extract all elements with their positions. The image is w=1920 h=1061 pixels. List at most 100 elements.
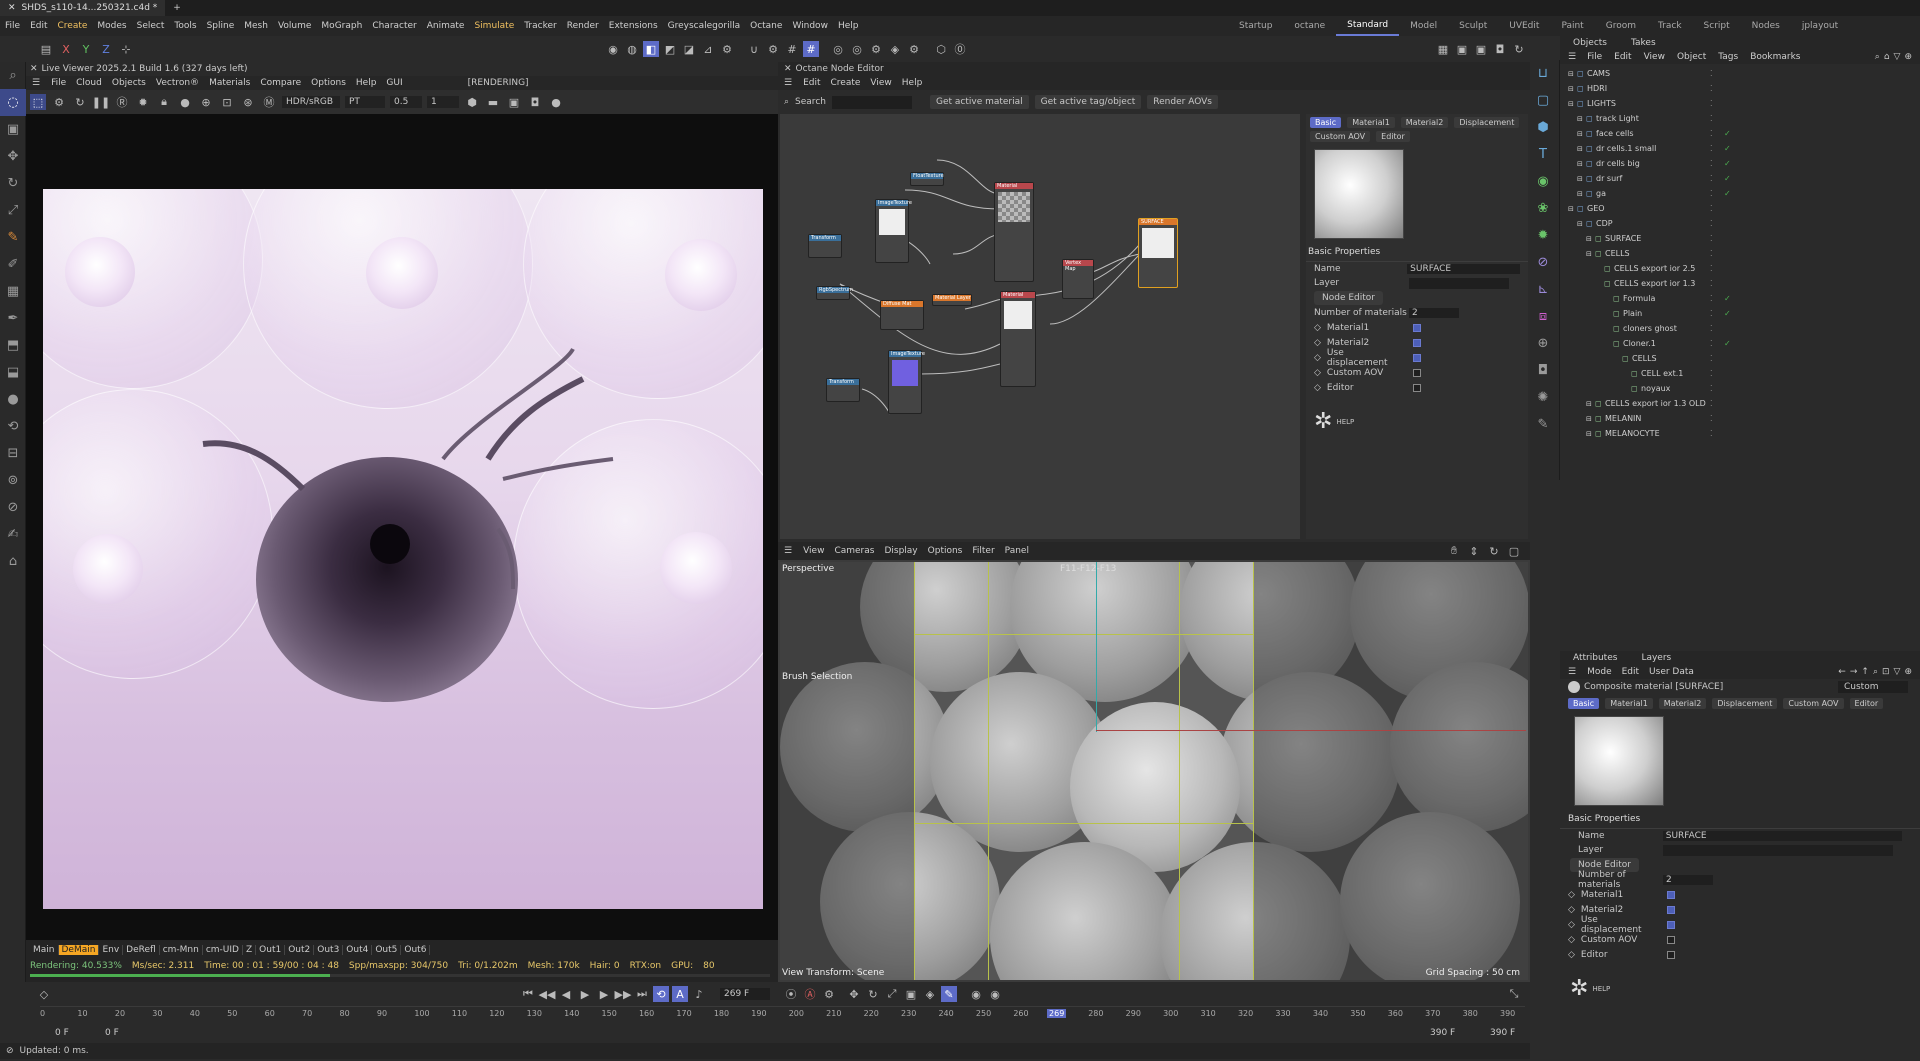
enable-check-icon[interactable]: ✓ — [1724, 174, 1731, 183]
node-floattexture[interactable]: FloatTexture — [910, 172, 944, 186]
focus-icon[interactable]: ⊛ — [240, 94, 256, 110]
expand-icon[interactable]: ⊟ — [1586, 250, 1595, 258]
loop-icon[interactable]: ⟲ — [653, 986, 669, 1002]
node-material[interactable]: Material — [1000, 291, 1036, 387]
attr-tab-4[interactable]: Custom AOV — [1783, 698, 1844, 709]
check-row-3[interactable]: ◇ Custom AOV — [1560, 932, 1920, 947]
stop-icon[interactable]: ● — [548, 94, 564, 110]
expand-icon[interactable]: ⊟ — [1586, 400, 1595, 408]
object-row[interactable]: ⊟ ◻ track Light ⁚ — [1560, 111, 1920, 126]
checkbox[interactable] — [1412, 353, 1421, 362]
visibility-icon[interactable]: ⁚ — [1710, 234, 1713, 243]
lv-tab-cm-uid[interactable]: cm-UID — [203, 945, 243, 955]
picture-viewer-icon[interactable]: ▣ — [1454, 41, 1470, 57]
octane-help-icon[interactable]: ✲ — [1570, 976, 1588, 1001]
ne-prop-tab-4[interactable]: Custom AOV — [1310, 131, 1371, 142]
key-mode-icon[interactable]: ✎ — [941, 986, 957, 1002]
render-view-icon[interactable]: ◎ — [830, 41, 846, 57]
object-row[interactable]: ◻ CELLS ⁚ — [1560, 351, 1920, 366]
save-icon[interactable]: ▣ — [506, 94, 522, 110]
name-input[interactable]: SURFACE — [1407, 264, 1520, 274]
layout-tab-standard[interactable]: Standard — [1336, 16, 1400, 36]
close-icon[interactable]: ✕ — [30, 64, 38, 74]
effector-icon[interactable]: ✹ — [1530, 222, 1556, 249]
go-start-icon[interactable]: ⏮ — [520, 986, 536, 1002]
lv-tab-out3[interactable]: Out3 — [314, 945, 344, 955]
render-to-pv-icon[interactable]: ▣ — [1473, 41, 1489, 57]
object-row[interactable]: ◻ cloners ghost ⁚ — [1560, 321, 1920, 336]
forward-icon[interactable]: → — [1850, 667, 1858, 677]
lv-tab-out2[interactable]: Out2 — [285, 945, 315, 955]
visibility-icon[interactable]: ⁚ — [1710, 174, 1713, 183]
camera-icon[interactable]: ◘ — [527, 94, 543, 110]
layout-tab-jplayout[interactable]: jplayout — [1791, 16, 1849, 36]
timeline-ruler[interactable]: 0 10 20 30 40 50 60 70 80 90 100 110 120 130 140 150 160… — [40, 1006, 1525, 1024]
lock-icon[interactable]: ⊡ — [1882, 667, 1890, 677]
start-frame-field[interactable]: 0 F — [55, 1028, 69, 1038]
light-icon[interactable]: ✺ — [1530, 384, 1556, 411]
lv-tab-out1[interactable]: Out1 — [256, 945, 286, 955]
object-row[interactable]: ⊟ ◻ HDRI ⁚ — [1560, 81, 1920, 96]
pause-icon[interactable]: ❚❚ — [92, 94, 110, 110]
keyframe-diamond-icon[interactable]: ◇ — [1314, 338, 1321, 348]
bevel-icon[interactable]: ⬓ — [0, 359, 26, 386]
object-row[interactable]: ⊟ ◻ SURFACE ⁚ — [1560, 231, 1920, 246]
move-key-icon[interactable]: ✥ — [846, 986, 862, 1002]
rotate-view-icon[interactable]: ↻ — [1486, 543, 1502, 559]
node-imagetexture[interactable]: ImageTexture — [888, 350, 925, 414]
ne-menu-edit[interactable]: Edit — [798, 78, 825, 88]
menu-greyscalegorilla[interactable]: Greyscalegorilla — [663, 21, 745, 31]
add-window-icon[interactable]: ⊕ — [1904, 667, 1912, 677]
node-diffuse-mat[interactable]: Diffuse Mat — [880, 300, 924, 330]
scale-icon[interactable]: ⤢ — [0, 197, 26, 224]
search-icon[interactable]: ⌕ — [1875, 52, 1880, 62]
spline-icon[interactable]: ▢ — [1530, 87, 1556, 114]
visibility-icon[interactable]: ⁚ — [1710, 279, 1713, 288]
visibility-icon[interactable]: ⁚ — [1710, 189, 1713, 198]
checkbox[interactable] — [1666, 935, 1675, 944]
num-materials-input[interactable]: 2 — [1663, 875, 1713, 885]
node-transform[interactable]: Transform — [808, 234, 842, 258]
node-vertex-map[interactable]: Vertex Map — [1062, 259, 1094, 299]
menu-icon[interactable]: ☰ — [778, 546, 798, 556]
frame-icon[interactable]: ▣ — [0, 116, 26, 143]
polygon-pen-icon[interactable]: ✒ — [0, 305, 26, 332]
film-icon[interactable]: ▬ — [485, 94, 501, 110]
camera-icon[interactable]: ◘ — [1530, 357, 1556, 384]
ne-menu-view[interactable]: View — [865, 78, 896, 88]
om-menu-view[interactable]: View — [1639, 52, 1670, 62]
enable-check-icon[interactable]: ✓ — [1724, 144, 1731, 153]
checkbox[interactable] — [1666, 950, 1675, 959]
attr-tab-2[interactable]: Material2 — [1658, 698, 1707, 709]
menu-select[interactable]: Select — [132, 21, 170, 31]
value-field-1[interactable]: 0.5 — [390, 96, 422, 108]
object-row[interactable]: ◻ Plain ⁚ ✓ — [1560, 306, 1920, 321]
check-row-0[interactable]: ◇ Material1 — [1306, 320, 1528, 335]
menu-icon[interactable]: ☰ — [1568, 667, 1576, 677]
visibility-icon[interactable]: ⁚ — [1710, 429, 1713, 438]
object-row[interactable]: ◻ Cloner.1 ⁚ ✓ — [1560, 336, 1920, 351]
object-row[interactable]: ⊟ ◻ CAMS ⁚ — [1560, 66, 1920, 81]
vp-menu-panel[interactable]: Panel — [1000, 546, 1034, 556]
expand-icon[interactable]: ⊟ — [1586, 430, 1595, 438]
gear-icon[interactable]: ⚙ — [51, 94, 67, 110]
object-row[interactable]: ⊟ ◻ CELLS ⁚ — [1560, 246, 1920, 261]
magnet-icon[interactable]: ∪ — [746, 41, 762, 57]
octane-settings-icon[interactable]: ⓪ — [952, 41, 968, 57]
lv-menu-vectron-[interactable]: Vectron® — [151, 78, 204, 88]
visibility-icon[interactable]: ⁚ — [1710, 339, 1713, 348]
vp-menu-cameras[interactable]: Cameras — [829, 546, 879, 556]
undo-icon[interactable]: ▤ — [38, 41, 54, 57]
lv-menu-gui[interactable]: GUI — [381, 78, 407, 88]
pen-icon[interactable]: ✎ — [1530, 411, 1556, 438]
check-row-0[interactable]: ◇ Material1 — [1560, 887, 1920, 902]
menu-render[interactable]: Render — [562, 21, 604, 31]
node-transform[interactable]: Transform — [826, 378, 860, 402]
viewport-canvas[interactable]: Perspective F11-F12-F13 Brush Selection … — [780, 562, 1528, 980]
lv-tab-out4[interactable]: Out4 — [343, 945, 373, 955]
expand-icon[interactable]: ⊟ — [1568, 205, 1577, 213]
end-frame-field[interactable]: 390 F — [1490, 1028, 1515, 1038]
next-key-icon[interactable]: ▶▶ — [615, 986, 632, 1002]
expand-icon[interactable]: ⊟ — [1577, 220, 1586, 228]
layout-tab-script[interactable]: Script — [1693, 16, 1741, 36]
